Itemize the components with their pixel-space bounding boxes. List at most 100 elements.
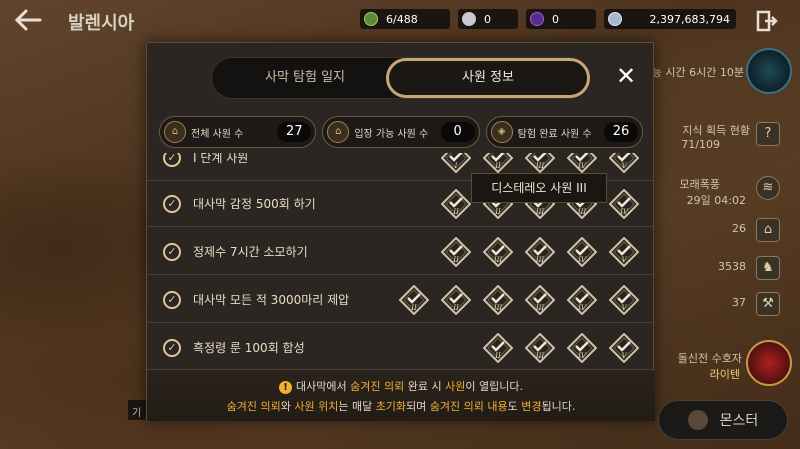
monster-button[interactable]: 몬스터	[658, 400, 788, 440]
footer-highlight: 숨겨진 의뢰	[350, 380, 405, 393]
temple-rank-badge-icon[interactable]: III	[482, 284, 514, 316]
temple-rank-badge-icon[interactable]: II	[482, 332, 514, 364]
temple-rank-badge-icon[interactable]: III	[524, 236, 556, 268]
footer-highlight: 사원 위치	[294, 400, 339, 413]
badge-numeral: III	[535, 352, 545, 360]
row-label: 대사막 감정 500회 하기	[193, 197, 316, 211]
pickaxe-icon: ⚒	[756, 292, 780, 316]
sandstorm-title: 모래폭풍	[679, 178, 720, 191]
temple-rank-badge-icon[interactable]: V	[608, 332, 640, 364]
temple-info-modal: 사막 탐험 일지 사원 정보 ✕ ⌂ 전체 사원 수 27 ⌂ 입장 가능 사원…	[146, 42, 655, 421]
footer-text: 됩니다.	[541, 400, 576, 413]
temple-stat-icon: ⌂	[327, 121, 350, 143]
stat-completed-temples: ◈ 탐험 완료 사원 수 26	[485, 116, 643, 148]
back-button[interactable]	[14, 8, 44, 34]
badge-numeral: II	[452, 256, 459, 264]
temple-rank-badge-icon[interactable]: II	[440, 236, 472, 268]
check-icon: ✓	[163, 242, 181, 261]
badge-numeral: III	[493, 304, 503, 312]
tab-bar: 사막 탐험 일지 사원 정보	[211, 57, 590, 99]
badge-numeral: III	[577, 208, 587, 216]
temple-rank-badge-icon[interactable]: III	[482, 236, 514, 268]
crystal-icon	[530, 12, 544, 26]
arrow-left-icon	[14, 9, 42, 31]
footer-line-1: ! 대사막에서 숨겨진 의뢰 완료 시 사원이 열립니다.	[147, 378, 655, 394]
temple-rank-badge-icon[interactable]: IV	[566, 236, 598, 268]
footer-highlight: 사원	[445, 380, 466, 393]
temple-rank-badge-icon[interactable]: III	[524, 153, 556, 174]
check-icon: ✓	[163, 153, 181, 167]
stat-value: 27	[277, 122, 312, 142]
badge-numeral: IV	[577, 304, 587, 312]
temple-rank-badge-icon[interactable]: III	[524, 284, 556, 316]
knowledge-question-icon[interactable]: ?	[756, 122, 780, 146]
badge-numeral: II	[452, 304, 459, 312]
temple-rank-badge-icon[interactable]: V	[608, 236, 640, 268]
tornado-icon[interactable]: ≋	[756, 176, 780, 200]
tab-desert-journal[interactable]: 사막 탐험 일지	[212, 58, 398, 98]
footer-text: 이 열립니다.	[465, 380, 523, 393]
stat-total-temples: ⌂ 전체 사원 수 27	[159, 116, 317, 148]
stat-value: 0	[440, 122, 475, 142]
temple-rank-badge-icon[interactable]: IV	[608, 188, 640, 220]
list-item[interactable]: ✓ 흑정령 룬 100회 합성 II III IV V	[147, 325, 655, 371]
knowledge-value: 71/109	[681, 138, 720, 151]
resource-energy-value: 6/488	[386, 12, 418, 26]
badge-numeral: II	[494, 162, 501, 170]
row-label: 흑정령 룬 100회 합성	[193, 341, 305, 355]
footer-highlight: 변경	[521, 400, 542, 413]
resource-pearl-value: 0	[484, 12, 491, 26]
temple-rank-badge-icon[interactable]: III	[524, 332, 556, 364]
temple-rank-badge-icon[interactable]: V	[608, 153, 640, 174]
knowledge-title: 지식 획득 현황	[682, 124, 750, 137]
footer-text: 와	[280, 400, 295, 413]
badge-numeral: III	[535, 304, 545, 312]
badge-numeral: II	[410, 304, 417, 312]
stat-label: 전체 사원 수	[191, 128, 244, 140]
monster-button-label: 몬스터	[719, 413, 759, 429]
stat-label: 탐험 완료 사원 수	[517, 128, 592, 140]
compass-icon[interactable]	[746, 48, 792, 94]
pearl-icon	[462, 12, 476, 26]
check-icon: ✓	[163, 194, 181, 213]
list-item[interactable]: ✓ 대사막 모든 적 3000마리 제압 II II III III IV V	[147, 277, 655, 323]
temple-rank-badge-icon[interactable]: IV	[566, 332, 598, 364]
badge-numeral: IV	[619, 208, 629, 216]
row-label: 대사막 모든 적 3000마리 제압	[193, 293, 350, 307]
temple-icon: ⌂	[756, 218, 780, 242]
guardian-emblem-icon[interactable]	[746, 340, 792, 386]
badge-numeral: II	[494, 208, 501, 216]
badge-numeral: III	[535, 162, 545, 170]
check-icon: ✓	[163, 338, 181, 357]
resource-silver-value: 2,397,683,794	[649, 12, 730, 26]
info-footer: ! 대사막에서 숨겨진 의뢰 완료 시 사원이 열립니다. 숨겨진 의뢰와 사원 …	[147, 369, 655, 421]
list-item[interactable]: ✓ 정제수 7시간 소모하기 II III III IV V	[147, 229, 655, 275]
resource-energy: 6/488	[360, 9, 450, 29]
badge-numeral: II	[452, 208, 459, 216]
warning-icon: !	[279, 381, 293, 394]
remaining-time-text: 능 시간 6시간 10분	[651, 66, 744, 79]
temple-rank-badge-icon[interactable]: IV	[566, 153, 598, 174]
stat-enterable-temples: ⌂ 입장 가능 사원 수 0	[322, 116, 480, 148]
footer-text: 는 매달	[338, 400, 376, 413]
exit-button[interactable]	[756, 10, 778, 32]
temple-rank-badge-icon[interactable]: II	[440, 284, 472, 316]
footer-text: 도	[507, 400, 522, 413]
top-bar: 발렌시아 6/488 0 0 2,397,683,794	[0, 0, 800, 40]
pickaxe-count: 37	[732, 296, 746, 309]
tab-temple-info[interactable]: 사원 정보	[386, 58, 590, 98]
energy-icon	[364, 12, 378, 26]
temple-rank-badge-icon[interactable]: II	[482, 153, 514, 174]
temple-rank-badge-icon[interactable]: II	[398, 284, 430, 316]
silver-icon	[608, 12, 622, 26]
temple-rank-badge-icon[interactable]: IV	[566, 284, 598, 316]
footer-text: 완료 시	[404, 380, 446, 393]
footer-line-2: 숨겨진 의뢰와 사원 위치는 매달 초기화되며 숨겨진 의뢰 내용도 변경됩니다…	[147, 398, 655, 414]
temple-rank-badge-icon[interactable]: I	[440, 153, 472, 174]
badge-numeral: IV	[577, 352, 587, 360]
resource-crystal-value: 0	[552, 12, 559, 26]
close-button[interactable]: ✕	[613, 63, 639, 89]
temple-rank-badge-icon[interactable]: II	[440, 188, 472, 220]
temple-rank-badge-icon[interactable]: V	[608, 284, 640, 316]
footer-text: 대사막에서	[296, 380, 351, 393]
